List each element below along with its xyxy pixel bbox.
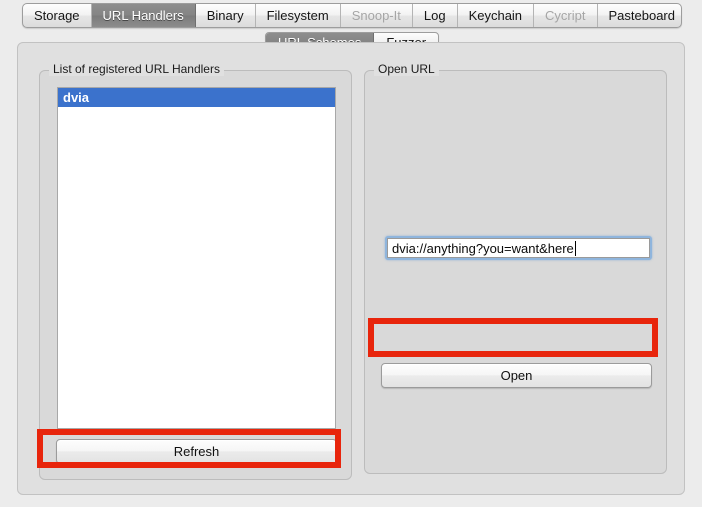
url-handlers-list[interactable]: dvia xyxy=(57,87,336,429)
list-item-label: dvia xyxy=(63,90,90,105)
open-button-container: Open xyxy=(381,363,652,388)
tab-cycript-label: Cycript xyxy=(545,8,586,23)
main-tab-bar: Storage URL Handlers Binary Filesystem S… xyxy=(22,3,682,28)
tab-filesystem[interactable]: Filesystem xyxy=(256,4,341,27)
url-input-value: dvia://anything?you=want&here xyxy=(392,240,574,256)
open-url-title: Open URL xyxy=(374,62,439,76)
registered-url-handlers-group: List of registered URL Handlers dvia Ref… xyxy=(39,62,352,480)
tab-pasteboard[interactable]: Pasteboard xyxy=(598,4,682,27)
app-window: Storage URL Handlers Binary Filesystem S… xyxy=(0,0,702,507)
tab-snoop-it-label: Snoop-It xyxy=(351,8,401,23)
tab-filesystem-label: Filesystem xyxy=(266,8,329,23)
tab-keychain-label: Keychain xyxy=(468,8,523,23)
tab-url-handlers[interactable]: URL Handlers xyxy=(91,4,196,27)
tab-storage-label: Storage xyxy=(34,8,80,23)
open-button-label: Open xyxy=(500,368,533,383)
refresh-button-label: Refresh xyxy=(173,444,220,459)
tab-keychain[interactable]: Keychain xyxy=(458,4,535,27)
tab-storage[interactable]: Storage xyxy=(23,4,92,27)
tab-pasteboard-label: Pasteboard xyxy=(608,8,676,23)
content-panel: List of registered URL Handlers dvia Ref… xyxy=(17,42,685,495)
tab-binary[interactable]: Binary xyxy=(196,4,256,27)
tab-log[interactable]: Log xyxy=(413,4,458,27)
open-button[interactable]: Open xyxy=(381,363,652,388)
tab-url-handlers-label: URL Handlers xyxy=(102,8,184,23)
tab-cycript: Cycript xyxy=(534,4,598,27)
tab-snoop-it: Snoop-It xyxy=(341,4,413,27)
url-input-focus-ring: dvia://anything?you=want&here xyxy=(385,236,652,260)
url-input[interactable]: dvia://anything?you=want&here xyxy=(387,238,650,258)
list-item[interactable]: dvia xyxy=(58,88,335,107)
refresh-button-container: Refresh xyxy=(56,439,337,464)
tab-binary-label: Binary xyxy=(206,8,244,23)
open-url-group: Open URL dvia://anything?you=want&here O… xyxy=(364,62,667,474)
tab-log-label: Log xyxy=(423,8,446,23)
refresh-button[interactable]: Refresh xyxy=(56,439,337,464)
text-caret xyxy=(574,240,576,256)
registered-url-handlers-title: List of registered URL Handlers xyxy=(49,62,224,76)
